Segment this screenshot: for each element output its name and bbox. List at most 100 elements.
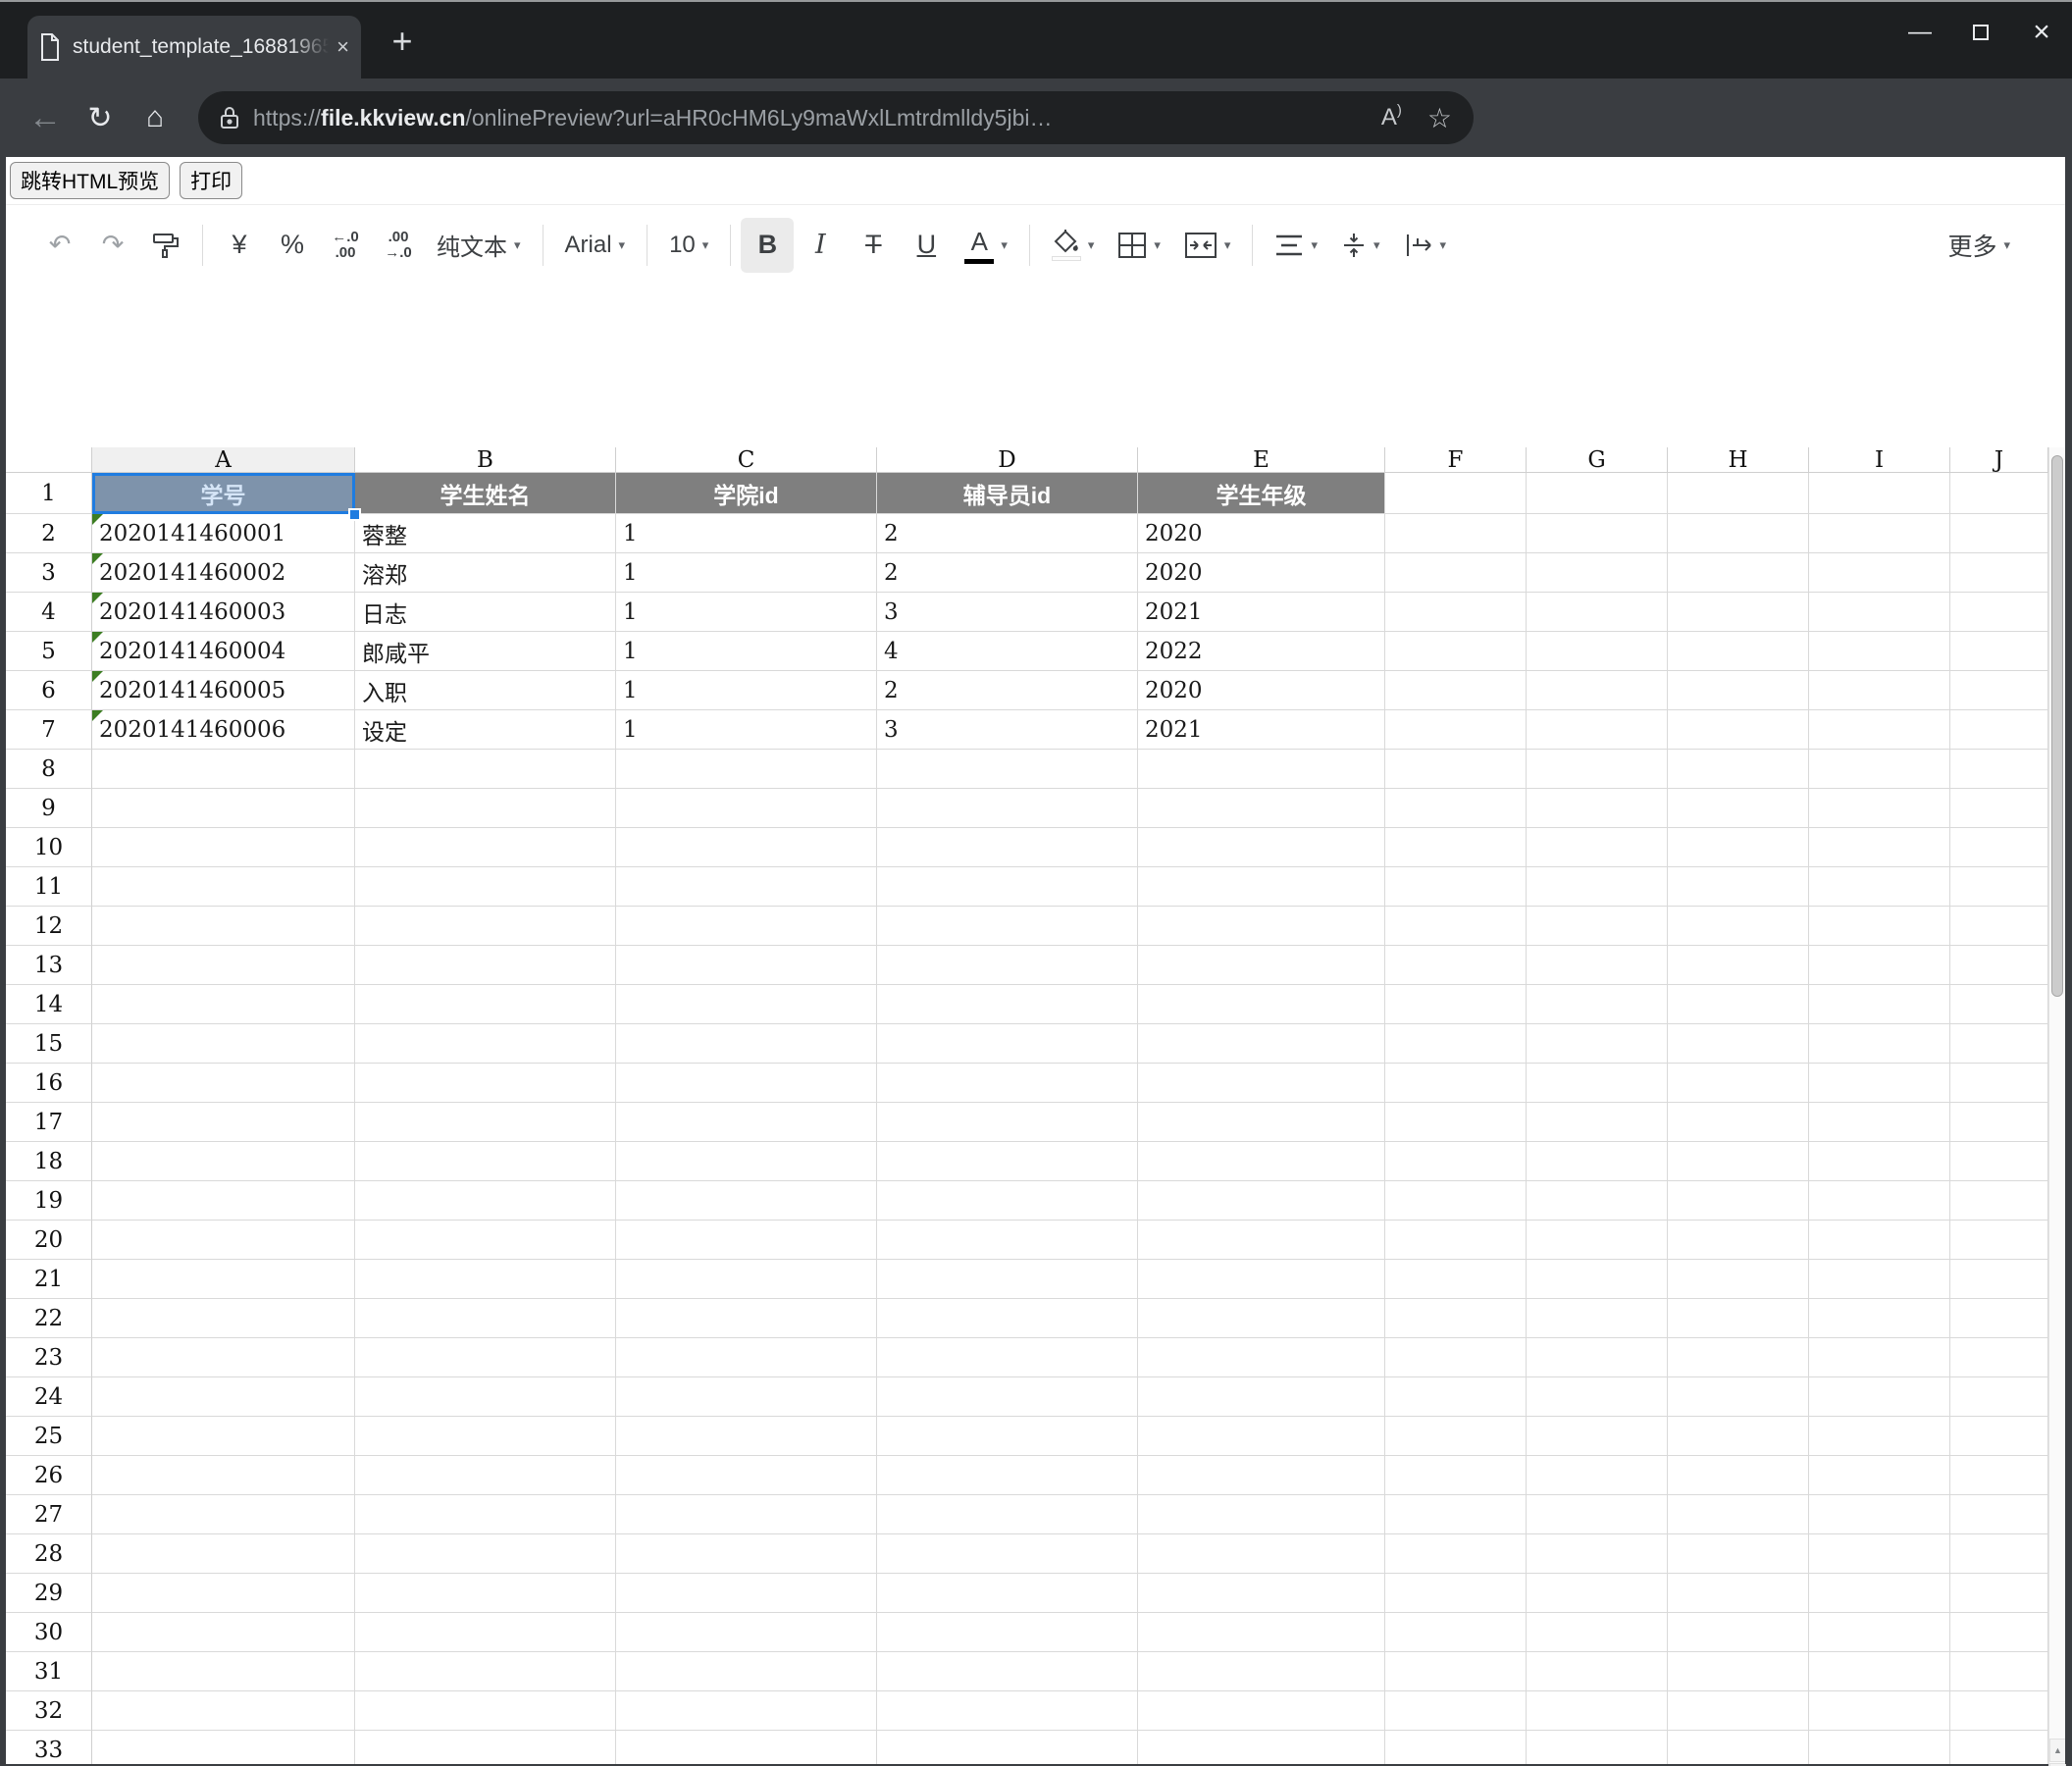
grid-cell-C31[interactable]: [616, 1652, 877, 1691]
format-painter-button[interactable]: [139, 218, 192, 273]
grid-cell-B9[interactable]: [355, 789, 616, 828]
tab-close-icon[interactable]: ×: [337, 34, 349, 60]
grid-cell-D15[interactable]: [877, 1024, 1138, 1064]
grid-cell-D28[interactable]: [877, 1534, 1138, 1574]
grid-cell-H28[interactable]: [1668, 1534, 1809, 1574]
grid-cell-G9[interactable]: [1527, 789, 1668, 828]
grid-cell-H23[interactable]: [1668, 1338, 1809, 1377]
grid-cell-H6[interactable]: [1668, 671, 1809, 710]
grid-cell-J24[interactable]: [1950, 1377, 2048, 1417]
grid-cell-B16[interactable]: [355, 1064, 616, 1103]
grid-cell-G5[interactable]: [1527, 632, 1668, 671]
grid-cell-D9[interactable]: [877, 789, 1138, 828]
grid-cell-C33[interactable]: [616, 1731, 877, 1766]
grid-cell-I15[interactable]: [1809, 1024, 1950, 1064]
row-header-3[interactable]: 3: [6, 553, 92, 593]
grid-cell-J2[interactable]: [1950, 514, 2048, 553]
grid-cell-F11[interactable]: [1385, 867, 1527, 907]
grid-cell-F6[interactable]: [1385, 671, 1527, 710]
grid-cell-B6[interactable]: 入职: [355, 671, 616, 710]
grid-cell-J17[interactable]: [1950, 1103, 2048, 1142]
grid-cell-C12[interactable]: [616, 907, 877, 946]
grid-cell-F22[interactable]: [1385, 1299, 1527, 1338]
grid-cell-I19[interactable]: [1809, 1181, 1950, 1221]
grid-cell-D20[interactable]: [877, 1221, 1138, 1260]
grid-cell-C24[interactable]: [616, 1377, 877, 1417]
grid-cell-I27[interactable]: [1809, 1495, 1950, 1534]
undo-button[interactable]: ↶: [33, 218, 86, 273]
row-header-2[interactable]: 2: [6, 514, 92, 553]
grid-cell-F24[interactable]: [1385, 1377, 1527, 1417]
grid-cell-D5[interactable]: 4: [877, 632, 1138, 671]
grid-cell-I13[interactable]: [1809, 946, 1950, 985]
grid-cell-H7[interactable]: [1668, 710, 1809, 750]
grid-cell-A10[interactable]: [92, 828, 355, 867]
grid-cell-J33[interactable]: [1950, 1731, 2048, 1766]
column-header-E[interactable]: E: [1138, 447, 1385, 473]
grid-cell-E33[interactable]: [1138, 1731, 1385, 1766]
grid-cell-G23[interactable]: [1527, 1338, 1668, 1377]
grid-cell-F16[interactable]: [1385, 1064, 1527, 1103]
grid-cell-H19[interactable]: [1668, 1181, 1809, 1221]
grid-cell-D31[interactable]: [877, 1652, 1138, 1691]
grid-cell-B10[interactable]: [355, 828, 616, 867]
grid-cell-B24[interactable]: [355, 1377, 616, 1417]
spreadsheet-grid[interactable]: ABCDEFGHIJ1学号学生姓名学院id辅导员id学生年级2202014146…: [6, 447, 2048, 1766]
print-button[interactable]: 打印: [180, 162, 242, 199]
grid-cell-E7[interactable]: 2021: [1138, 710, 1385, 750]
grid-cell-G33[interactable]: [1527, 1731, 1668, 1766]
grid-cell-I33[interactable]: [1809, 1731, 1950, 1766]
grid-cell-I9[interactable]: [1809, 789, 1950, 828]
grid-cell-C30[interactable]: [616, 1613, 877, 1652]
grid-cell-F5[interactable]: [1385, 632, 1527, 671]
grid-cell-C1[interactable]: 学院id: [616, 473, 877, 514]
grid-cell-F4[interactable]: [1385, 593, 1527, 632]
grid-cell-H33[interactable]: [1668, 1731, 1809, 1766]
grid-cell-F2[interactable]: [1385, 514, 1527, 553]
back-button[interactable]: ←: [18, 90, 73, 145]
grid-cell-C23[interactable]: [616, 1338, 877, 1377]
grid-cell-I25[interactable]: [1809, 1417, 1950, 1456]
grid-cell-B23[interactable]: [355, 1338, 616, 1377]
grid-cell-G6[interactable]: [1527, 671, 1668, 710]
grid-cell-A19[interactable]: [92, 1181, 355, 1221]
grid-cell-F30[interactable]: [1385, 1613, 1527, 1652]
grid-cell-B20[interactable]: [355, 1221, 616, 1260]
row-header-13[interactable]: 13: [6, 946, 92, 985]
number-format-dropdown[interactable]: 纯文本▾: [425, 218, 533, 273]
grid-cell-E26[interactable]: [1138, 1456, 1385, 1495]
vertical-scrollbar[interactable]: ▲ ▼: [2048, 447, 2065, 1766]
grid-cell-A27[interactable]: [92, 1495, 355, 1534]
grid-cell-E20[interactable]: [1138, 1221, 1385, 1260]
grid-cell-H10[interactable]: [1668, 828, 1809, 867]
grid-cell-E18[interactable]: [1138, 1142, 1385, 1181]
grid-cell-E3[interactable]: 2020: [1138, 553, 1385, 593]
grid-cell-A16[interactable]: [92, 1064, 355, 1103]
grid-cell-G17[interactable]: [1527, 1103, 1668, 1142]
font-family-dropdown[interactable]: Arial▾: [553, 218, 638, 273]
grid-cell-F19[interactable]: [1385, 1181, 1527, 1221]
grid-cell-H15[interactable]: [1668, 1024, 1809, 1064]
grid-cell-I18[interactable]: [1809, 1142, 1950, 1181]
grid-cell-F21[interactable]: [1385, 1260, 1527, 1299]
grid-cell-J11[interactable]: [1950, 867, 2048, 907]
grid-cell-I23[interactable]: [1809, 1338, 1950, 1377]
grid-cell-A29[interactable]: [92, 1574, 355, 1613]
grid-cell-G11[interactable]: [1527, 867, 1668, 907]
grid-cell-D3[interactable]: 2: [877, 553, 1138, 593]
grid-cell-J3[interactable]: [1950, 553, 2048, 593]
grid-cell-F32[interactable]: [1385, 1691, 1527, 1731]
grid-cell-F1[interactable]: [1385, 473, 1527, 514]
grid-cell-G16[interactable]: [1527, 1064, 1668, 1103]
grid-cell-J31[interactable]: [1950, 1652, 2048, 1691]
grid-cell-F15[interactable]: [1385, 1024, 1527, 1064]
grid-cell-B26[interactable]: [355, 1456, 616, 1495]
grid-cell-G14[interactable]: [1527, 985, 1668, 1024]
vertical-scrollbar-thumb[interactable]: [2051, 455, 2063, 997]
grid-cell-D23[interactable]: [877, 1338, 1138, 1377]
grid-cell-I14[interactable]: [1809, 985, 1950, 1024]
grid-cell-D17[interactable]: [877, 1103, 1138, 1142]
grid-cell-I4[interactable]: [1809, 593, 1950, 632]
grid-cell-J27[interactable]: [1950, 1495, 2048, 1534]
grid-cell-H1[interactable]: [1668, 473, 1809, 514]
